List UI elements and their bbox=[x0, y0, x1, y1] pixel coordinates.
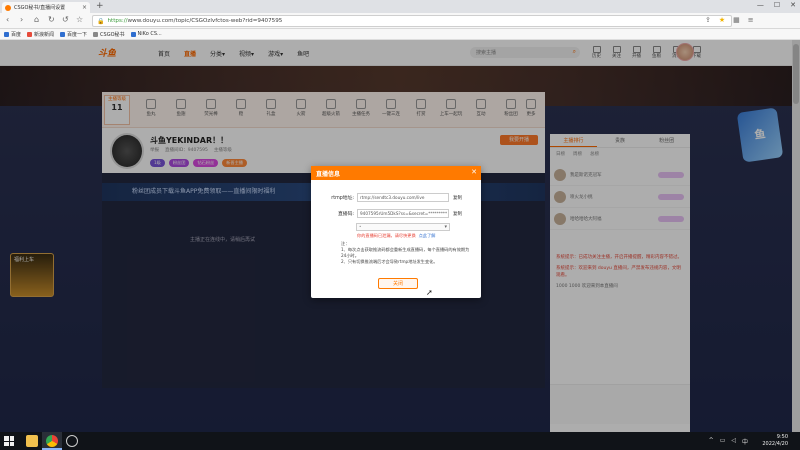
back-icon[interactable]: ‹ bbox=[6, 15, 9, 24]
browser-taskbar-icon[interactable] bbox=[46, 435, 58, 447]
network-icon[interactable]: ▭ bbox=[720, 437, 726, 446]
stream-code-select[interactable]: • ▾ bbox=[356, 223, 450, 231]
bookmark-item[interactable]: NiKo CS... bbox=[130, 31, 162, 37]
stream-code-label: 直播码: bbox=[337, 212, 354, 217]
bookmark-item[interactable]: 百度一下 bbox=[60, 31, 87, 38]
tab-close-icon[interactable]: × bbox=[82, 4, 87, 11]
bookmark-item[interactable]: 百度 bbox=[4, 31, 21, 38]
url-text: www.douyu.com/topic/CSGOzlvfctos-web?rid… bbox=[127, 18, 283, 24]
live-info-dialog: 直播信息 ✕ rtmp地址: rtmp://sendtc3.douyu.com/… bbox=[311, 166, 481, 298]
ime-icon[interactable]: 中 bbox=[742, 437, 748, 446]
dialog-title: 直播信息 bbox=[316, 171, 341, 178]
menu-icon[interactable]: ≡ bbox=[748, 16, 754, 24]
copy-rtmp-button[interactable]: 复制 bbox=[449, 195, 462, 201]
window-close-button[interactable]: ✕ bbox=[790, 1, 796, 9]
note-line: 2、只有切换推流端后才会导致rtmp地址发生变化。 bbox=[341, 259, 438, 264]
taskbar-clock[interactable]: 9:50 2022/4/20 bbox=[762, 434, 788, 448]
douyu-favicon-icon bbox=[5, 4, 11, 11]
browser-tab[interactable]: CSGO秘书/直播间设置 × bbox=[2, 2, 90, 13]
browser-tab-bar: CSGO秘书/直播间设置 × + — ☐ ✕ bbox=[0, 0, 800, 13]
window-maximize-button[interactable]: ☐ bbox=[774, 1, 780, 9]
stream-code-field[interactable]: 9407595rUm5DkS?ss=&secret=********* bbox=[357, 209, 449, 218]
learn-more-link[interactable]: 点此了解 bbox=[416, 233, 436, 238]
dialog-notes: 注： 1、每次点击获取推流码都会重新生成直播码，每个直播码的有效期为24小时。 … bbox=[341, 241, 470, 264]
bookmark-icon bbox=[130, 31, 136, 37]
new-tab-button[interactable]: + bbox=[96, 1, 104, 11]
windows-start-icon[interactable] bbox=[4, 436, 14, 446]
bookmark-icon bbox=[27, 31, 33, 37]
bookmark-icon bbox=[93, 31, 99, 37]
favorite-star-icon[interactable]: ★ bbox=[719, 16, 725, 24]
mouse-cursor-icon: ➚ bbox=[426, 288, 433, 297]
windows-taskbar: ^ ▭ ◁ 中 9:50 2022/4/20 bbox=[0, 432, 800, 450]
address-bar: ‹ › ⌂ ↻ ↺ ☆ 🔒 https://www.douyu.com/topi… bbox=[0, 13, 800, 29]
undo-icon[interactable]: ↺ bbox=[62, 15, 69, 24]
dialog-header: 直播信息 ✕ bbox=[311, 166, 481, 180]
extensions-icon[interactable]: ▦ bbox=[733, 16, 740, 24]
leak-warning-text: 你的直播码已泄漏，请尽快更换 bbox=[357, 233, 416, 238]
bookmarks-bar: 百度 新浪新闻 百度一下 CSGO秘书 NiKo CS... bbox=[0, 29, 800, 40]
home-icon[interactable]: ⌂ bbox=[34, 15, 39, 24]
note-line: 1、每次点击获取推流码都会重新生成直播码，每个直播码的有效期为24小时。 bbox=[341, 247, 470, 258]
bookmark-item[interactable]: CSGO秘书 bbox=[93, 31, 125, 38]
tab-title: CSGO秘书/直播间设置 bbox=[14, 5, 66, 11]
file-explorer-icon[interactable] bbox=[26, 435, 38, 447]
bookmark-icon bbox=[60, 31, 66, 37]
window-minimize-button[interactable]: — bbox=[757, 1, 764, 9]
rtmp-label: rtmp地址: bbox=[331, 196, 354, 201]
rtmp-address-field[interactable]: rtmp://sendtc3.douyu.com/live bbox=[357, 193, 449, 202]
dialog-close-icon[interactable]: ✕ bbox=[471, 168, 477, 176]
copy-code-button[interactable]: 复制 bbox=[449, 211, 462, 217]
app-taskbar-icon[interactable] bbox=[66, 435, 78, 447]
bookmark-icon bbox=[4, 31, 9, 37]
tray-up-icon[interactable]: ^ bbox=[709, 437, 714, 446]
dialog-close-button[interactable]: 关闭 bbox=[378, 278, 418, 289]
volume-icon[interactable]: ◁ bbox=[731, 437, 736, 446]
url-scheme: https:// bbox=[107, 18, 128, 24]
chevron-down-icon: ▾ bbox=[444, 224, 447, 230]
bookmark-star-icon[interactable]: ☆ bbox=[76, 15, 83, 24]
bookmark-item[interactable]: 新浪新闻 bbox=[27, 31, 54, 38]
forward-icon[interactable]: › bbox=[20, 15, 23, 24]
secure-lock-icon: 🔒 bbox=[97, 17, 105, 25]
reload-icon[interactable]: ↻ bbox=[48, 15, 55, 24]
url-input[interactable]: 🔒 https://www.douyu.com/topic/CSGOzlvfct… bbox=[92, 15, 732, 27]
share-icon[interactable]: ⇪ bbox=[705, 16, 711, 24]
